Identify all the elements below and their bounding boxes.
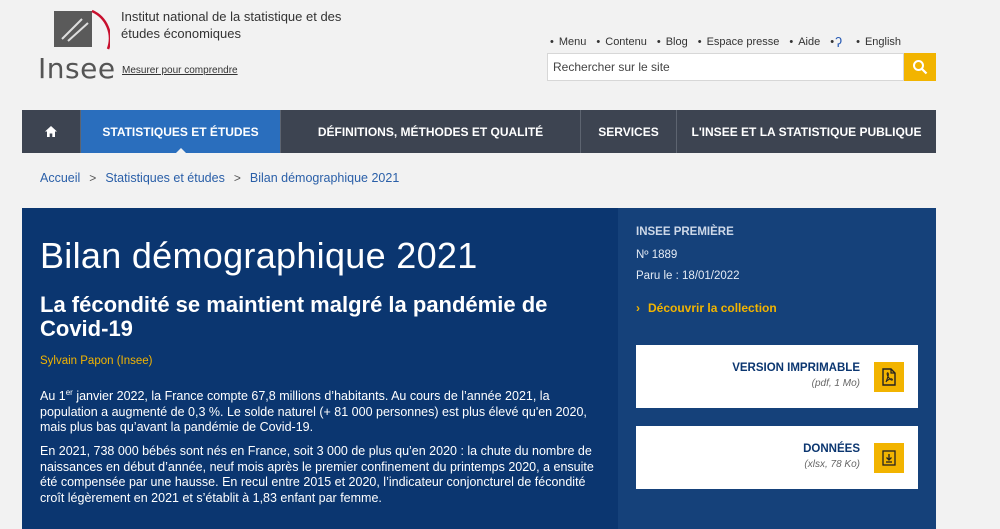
top-links: • Menu • Contenu • Blog • Espace presse • Aid… xyxy=(550,34,911,50)
nav-statistiques-etudes[interactable]: STATISTIQUES ET ÉTUDES xyxy=(81,110,281,153)
data-download-card[interactable]: DONNÉES (xlsx, 78 Ko) xyxy=(636,426,918,489)
data-meta: (xlsx, 78 Ko) xyxy=(804,459,860,470)
publication-number: Nº 1889 xyxy=(636,249,678,261)
pdf-icon xyxy=(882,368,896,386)
chevron-right-icon: › xyxy=(636,301,640,315)
chevron-right-icon: > xyxy=(89,171,97,185)
printable-version-meta: (pdf, 1 Mo) xyxy=(811,378,860,389)
article-banner: Bilan démographique 2021 La fécondité se… xyxy=(22,208,618,529)
nav-definitions[interactable]: DÉFINITIONS, MÉTHODES ET QUALITÉ xyxy=(281,110,581,153)
data-title: DONNÉES xyxy=(803,443,860,455)
xlsx-download-button[interactable] xyxy=(874,443,904,473)
main-nav: STATISTIQUES ET ÉTUDES DÉFINITIONS, MÉTH… xyxy=(22,110,936,153)
breadcrumb: Accueil > Statistiques et études > Bilan… xyxy=(40,171,399,185)
breadcrumb-accueil[interactable]: Accueil xyxy=(40,171,80,185)
top-link-aide[interactable]: • Aide xyxy=(789,34,820,50)
org-name: Institut national de la statistique et d… xyxy=(121,9,342,41)
page: Insee Institut national de la statistiqu… xyxy=(22,0,936,529)
nav-insee-statistique-publique[interactable]: L'INSEE ET LA STATISTIQUE PUBLIQUE xyxy=(677,110,936,153)
home-icon xyxy=(45,126,57,137)
search-button[interactable] xyxy=(904,53,936,81)
chevron-right-icon: > xyxy=(233,171,241,185)
breadcrumb-current: Bilan démographique 2021 xyxy=(249,171,400,185)
collection-link[interactable]: › Découvrir la collection xyxy=(636,301,777,315)
printable-version-title: VERSION IMPRIMABLE xyxy=(732,362,860,374)
author-link[interactable]: Sylvain Papon (Insee) xyxy=(40,355,153,367)
top-link-english[interactable]: • English xyxy=(856,34,901,50)
nav-home[interactable] xyxy=(22,110,81,153)
search-input[interactable] xyxy=(547,53,904,81)
top-link-menu[interactable]: • Menu xyxy=(550,34,586,50)
search-icon xyxy=(913,60,928,75)
pdf-download-button[interactable] xyxy=(874,362,904,392)
accessibility-link[interactable]: • ʔ xyxy=(830,34,846,50)
nav-services[interactable]: SERVICES xyxy=(581,110,677,153)
download-icon xyxy=(882,450,896,466)
tagline-link[interactable]: Mesurer pour comprendre xyxy=(122,65,238,76)
top-link-contenu[interactable]: • Contenu xyxy=(596,34,646,50)
logo-wordmark[interactable]: Insee xyxy=(38,52,116,85)
summary-paragraph-1: Au 1er janvier 2022, la France compte 67… xyxy=(40,387,587,434)
page-title: Bilan démographique 2021 xyxy=(40,235,478,276)
breadcrumb-statistiques[interactable]: Statistiques et études xyxy=(105,171,225,185)
publication-category: INSEE PREMIÈRE xyxy=(636,226,734,238)
publication-sidebar: INSEE PREMIÈRE Nº 1889 Paru le : 18/01/2… xyxy=(618,208,936,529)
search-bar xyxy=(547,53,936,81)
publication-date: Paru le : 18/01/2022 xyxy=(636,270,740,282)
page-subtitle: La fécondité se maintient malgré la pand… xyxy=(40,292,548,341)
ear-icon: ʔ xyxy=(835,34,843,50)
summary-paragraph-2: En 2021, 738 000 bébés sont nés en Franc… xyxy=(40,444,594,505)
top-link-espace-presse[interactable]: • Espace presse xyxy=(698,34,780,50)
top-link-blog[interactable]: • Blog xyxy=(657,34,688,50)
printable-version-card[interactable]: VERSION IMPRIMABLE (pdf, 1 Mo) xyxy=(636,345,918,408)
